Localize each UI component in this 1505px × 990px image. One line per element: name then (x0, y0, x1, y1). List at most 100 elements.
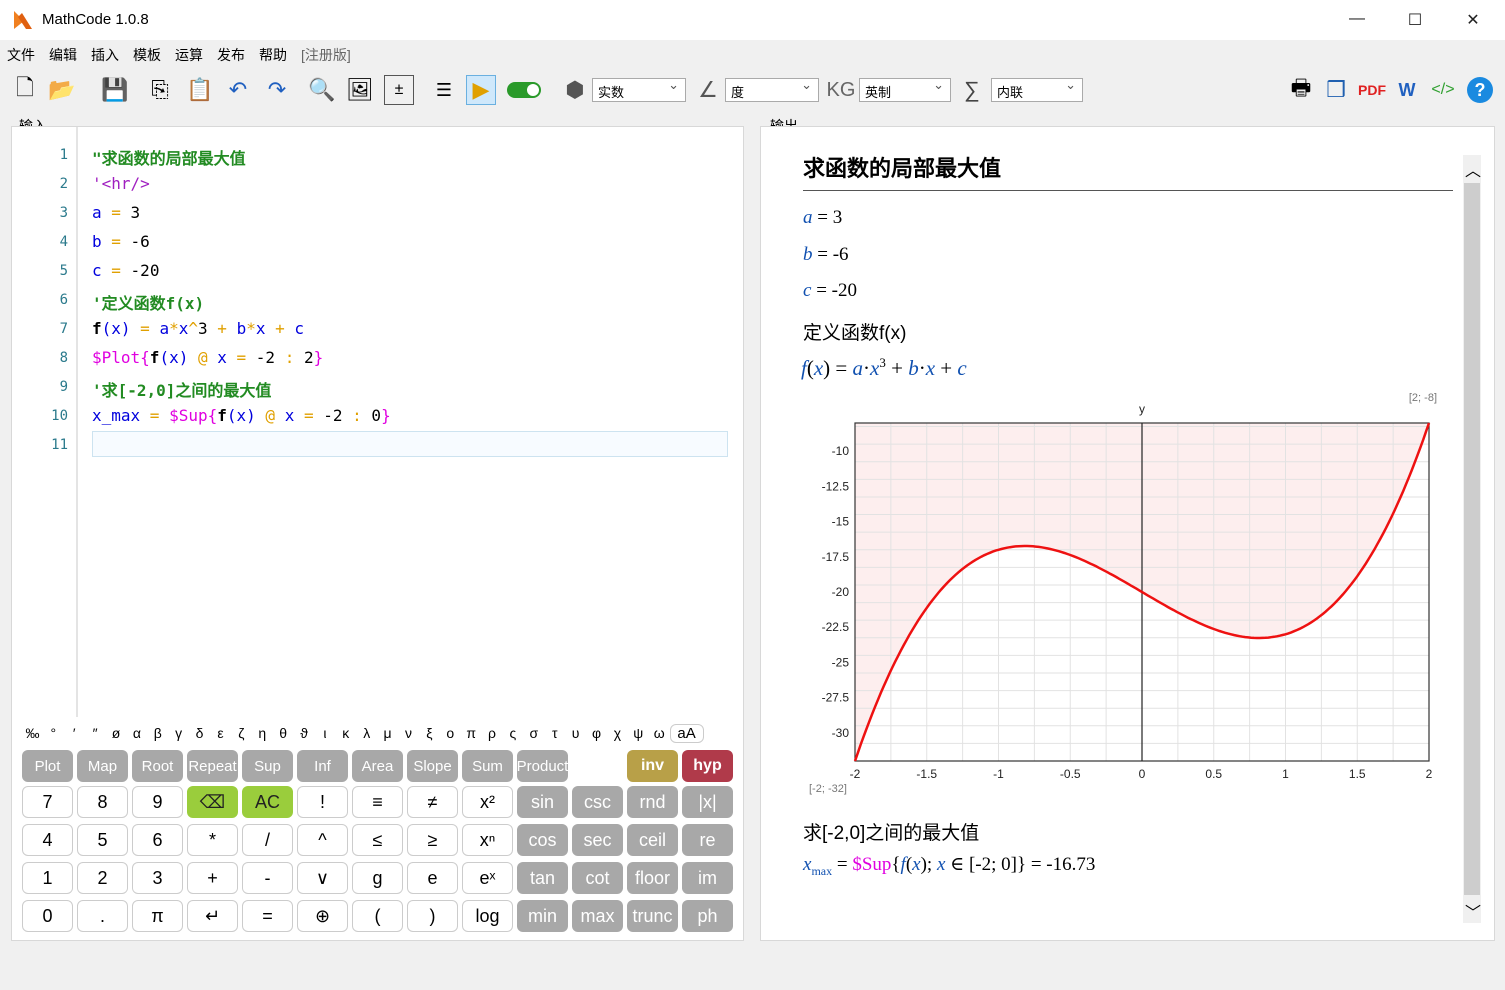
key-btn[interactable]: ≤ (352, 824, 403, 856)
key-max[interactable]: max (572, 900, 623, 932)
sum-mode-select[interactable]: 内联 (991, 77, 1083, 102)
menu-item[interactable]: 运算 (168, 40, 210, 65)
func-key-sum[interactable]: Sum (462, 750, 513, 782)
key-btn[interactable]: 7 (22, 786, 73, 818)
symbol-key[interactable]: κ (335, 725, 356, 741)
close-button[interactable]: ✕ (1458, 10, 1488, 30)
key-btn[interactable]: ⊕ (297, 900, 348, 932)
key-re[interactable]: re (682, 824, 733, 856)
save-icon[interactable]: 💾 (100, 75, 130, 105)
key-floor[interactable]: floor (627, 862, 678, 894)
key-btn[interactable]: 4 (22, 824, 73, 856)
key-btn[interactable]: 1 (22, 862, 73, 894)
symbol-key[interactable]: π (461, 725, 482, 741)
hyp-key[interactable]: hyp (682, 750, 733, 782)
key-btn[interactable]: ( (352, 900, 403, 932)
key-btn[interactable]: 0 (22, 900, 73, 932)
maximize-button[interactable]: ☐ (1400, 10, 1430, 30)
key-btn[interactable]: ! (297, 786, 348, 818)
key-btn[interactable]: xⁿ (462, 824, 513, 856)
func-key-repeat[interactable]: Repeat (187, 750, 238, 782)
func-key-plot[interactable]: Plot (22, 750, 73, 782)
angle-mode-select[interactable]: 度 (725, 77, 819, 102)
key-btn[interactable]: + (187, 862, 238, 894)
key-btn[interactable]: g (352, 862, 403, 894)
key-ph[interactable]: ph (682, 900, 733, 932)
key-btn[interactable]: 6 (132, 824, 183, 856)
key-btn[interactable]: 2 (77, 862, 128, 894)
key-btn[interactable]: log (462, 900, 513, 932)
func-key-product[interactable]: Product (517, 750, 568, 782)
symbol-key[interactable]: ‰ (22, 725, 43, 741)
code-line[interactable]: b = -6 (92, 232, 150, 251)
key-trunc[interactable]: trunc (627, 900, 678, 932)
symbol-key[interactable]: δ (189, 725, 210, 741)
symbol-key[interactable]: υ (565, 725, 586, 741)
symbol-key[interactable]: ° (43, 725, 64, 741)
menu-item[interactable]: 模板 (126, 40, 168, 65)
func-key-area[interactable]: Area (352, 750, 403, 782)
key-cos[interactable]: cos (517, 824, 568, 856)
menu-item[interactable]: 编辑 (42, 40, 84, 65)
symbol-key[interactable]: aA (669, 724, 704, 743)
func-key-inf[interactable]: Inf (297, 750, 348, 782)
code-line[interactable]: c = -20 (92, 261, 159, 280)
key-btn[interactable]: ≥ (407, 824, 458, 856)
key-rnd[interactable]: rnd (627, 786, 678, 818)
symbol-key[interactable]: ζ (231, 725, 252, 741)
open-folder-icon[interactable]: 📂 (47, 75, 77, 105)
symbol-key[interactable]: β (147, 725, 168, 741)
key-btn[interactable]: ≠ (407, 786, 458, 818)
word-icon[interactable]: W (1392, 75, 1422, 105)
symbol-key[interactable]: ψ (628, 725, 649, 741)
symbol-key[interactable]: ″ (85, 725, 106, 741)
scroll-thumb[interactable] (1464, 183, 1480, 895)
key-btn[interactable]: e (407, 862, 458, 894)
code-line[interactable]: f(x) = a*x^3 + b*x + c (92, 319, 304, 338)
symbol-key[interactable]: λ (356, 725, 377, 741)
symbol-key[interactable]: ξ (419, 725, 440, 741)
paste-icon[interactable]: 📋 (185, 75, 215, 105)
scroll-down-icon[interactable]: ﹀ (1465, 899, 1481, 923)
output-scrollbar[interactable]: ︿ ﹀ (1463, 155, 1481, 923)
key-sec[interactable]: sec (572, 824, 623, 856)
key-btn[interactable]: 5 (77, 824, 128, 856)
symbol-key[interactable]: ω (649, 725, 670, 741)
symbol-key[interactable]: θ (273, 725, 294, 741)
key-btn[interactable]: x² (462, 786, 513, 818)
key-im[interactable]: im (682, 862, 733, 894)
key-btn[interactable]: 9 (132, 786, 183, 818)
func-key-map[interactable]: Map (77, 750, 128, 782)
key-btn[interactable]: ≡ (352, 786, 403, 818)
key-btn[interactable]: . (77, 900, 128, 932)
key-btn[interactable]: ↵ (187, 900, 238, 932)
symbol-key[interactable]: ε (210, 725, 231, 741)
key-btn[interactable]: ⌫ (187, 786, 238, 818)
symbol-key[interactable]: ς (502, 725, 523, 741)
symbol-key[interactable]: ν (398, 725, 419, 741)
toggle-icon[interactable] (506, 75, 542, 105)
symbol-key[interactable]: ο (440, 725, 461, 741)
menu-item[interactable]: 帮助 (252, 40, 294, 65)
code-line[interactable]: '求[-2,0]之间的最大值 (92, 377, 271, 401)
key-btn[interactable]: - (242, 862, 293, 894)
symbol-key[interactable]: γ (168, 725, 189, 741)
key-btn[interactable]: π (132, 900, 183, 932)
key-cot[interactable]: cot (572, 862, 623, 894)
inv-key[interactable]: inv (627, 750, 678, 782)
unit-mode-select[interactable]: 英制 (859, 77, 951, 102)
html-icon[interactable]: </> (1428, 75, 1458, 105)
code-line[interactable]: '定义函数f(x) (92, 290, 204, 314)
key-btn[interactable]: / (242, 824, 293, 856)
menu-item[interactable]: 文件 (0, 40, 42, 65)
calculator-icon[interactable]: ± (384, 75, 414, 105)
key-btn[interactable]: * (187, 824, 238, 856)
key-btn[interactable]: 3 (132, 862, 183, 894)
symbol-key[interactable]: ι (314, 725, 335, 741)
new-file-icon[interactable]: 🗋 (10, 75, 40, 105)
symbol-key[interactable]: ρ (482, 725, 503, 741)
key-sin[interactable]: sin (517, 786, 568, 818)
symbol-key[interactable]: ′ (64, 725, 85, 741)
image-icon[interactable]: 🖼 (345, 75, 375, 105)
func-key-slope[interactable]: Slope (407, 750, 458, 782)
